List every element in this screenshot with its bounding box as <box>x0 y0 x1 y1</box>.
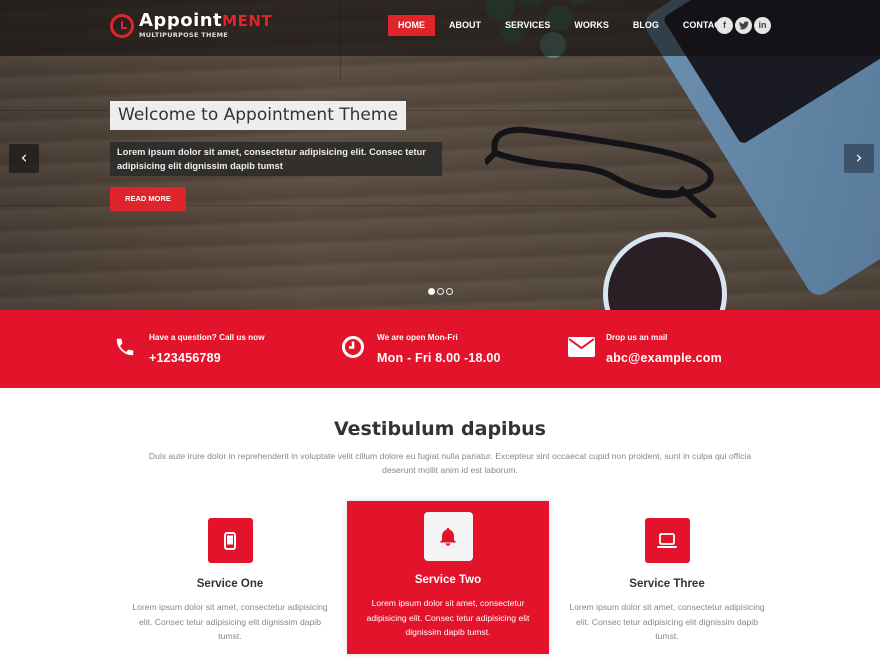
site-header: Appointment MULTIPURPOSE THEME HOME ABOU… <box>0 0 880 56</box>
slider-dot-1[interactable] <box>428 288 435 295</box>
service-icon-box <box>423 512 473 561</box>
nav-item-blog[interactable]: BLOG <box>623 15 669 36</box>
slider-prev-button[interactable]: ‹ <box>9 144 39 173</box>
read-more-button[interactable]: READ MORE <box>110 187 186 211</box>
social-links: f in <box>716 17 773 34</box>
nav-item-services[interactable]: SERVICES <box>495 15 560 36</box>
service-description: Lorem ipsum dolor sit amet, consectetur … <box>366 598 530 637</box>
mobile-icon <box>224 531 236 550</box>
info-mail-label: Drop us an mail <box>606 333 668 342</box>
service-title: Service One <box>196 578 264 590</box>
logo-title-accent: ment <box>222 12 273 30</box>
envelope-icon <box>567 334 595 360</box>
service-description: Lorem ipsum dolor sit amet, consectetur … <box>569 602 765 641</box>
info-hours: We are open Mon-Fri Mon - Fri 8.00 -18.0… <box>340 332 501 366</box>
clock-icon <box>340 334 366 360</box>
slide-title: Welcome to Appointment Theme <box>110 101 406 130</box>
service-title: Service Three <box>629 578 705 590</box>
service-title: Service Two <box>414 574 482 586</box>
services-section-title: Vestibulum dapibus <box>333 418 546 440</box>
twitter-icon[interactable] <box>735 17 752 34</box>
bell-icon <box>439 527 457 546</box>
slide-description: Lorem ipsum dolor sit amet, consectetur … <box>110 142 442 176</box>
chevron-right-icon: › <box>855 148 863 168</box>
site-logo[interactable]: Appointment MULTIPURPOSE THEME <box>110 12 272 39</box>
nav-item-works[interactable]: WORKS <box>564 15 619 36</box>
logo-title: Appointment <box>139 10 273 31</box>
info-call: Have a question? Call us now +123456789 <box>112 332 265 366</box>
logo-subtitle: MULTIPURPOSE THEME <box>139 31 229 39</box>
facebook-icon[interactable]: f <box>716 17 733 34</box>
service-card-two[interactable]: Service Two Lorem ipsum dolor sit amet, … <box>347 501 549 654</box>
info-hours-label: We are open Mon-Fri <box>377 333 458 342</box>
service-description: Lorem ipsum dolor sit amet, consectetur … <box>132 602 328 641</box>
contact-info-bar: Have a question? Call us now +123456789 … <box>0 310 880 388</box>
slider-dot-3[interactable] <box>446 288 453 295</box>
main-nav: HOME ABOUT SERVICES WORKS BLOG CONTACT <box>388 15 736 36</box>
coffee-cup-image <box>603 232 727 310</box>
nav-item-home[interactable]: HOME <box>388 15 435 36</box>
service-icon-box <box>207 518 253 563</box>
service-icon-box <box>644 518 690 563</box>
phone-icon <box>112 334 138 360</box>
clock-logo-icon <box>110 13 134 38</box>
info-call-value[interactable]: +123456789 <box>149 350 265 366</box>
logo-title-main: Appoint <box>139 10 223 31</box>
slider-dot-2[interactable] <box>437 288 444 295</box>
chevron-left-icon: ‹ <box>20 148 28 168</box>
nav-item-about[interactable]: ABOUT <box>439 15 491 36</box>
service-card-three[interactable]: Service Three Lorem ipsum dolor sit amet… <box>567 518 767 644</box>
info-mail-value[interactable]: abc@example.com <box>606 350 722 366</box>
slider-next-button[interactable]: › <box>844 144 874 173</box>
info-mail: Drop us an mail abc@example.com <box>567 332 722 366</box>
laptop-icon <box>657 532 677 548</box>
services-section-description: Duis aute irure dolor in reprehenderit i… <box>148 451 752 475</box>
service-card-one[interactable]: Service One Lorem ipsum dolor sit amet, … <box>130 518 330 644</box>
glasses-image <box>485 126 717 218</box>
slider-pagination <box>428 288 455 295</box>
linkedin-icon[interactable]: in <box>754 17 771 34</box>
info-call-label: Have a question? Call us now <box>149 333 265 342</box>
info-hours-value: Mon - Fri 8.00 -18.00 <box>377 351 501 365</box>
